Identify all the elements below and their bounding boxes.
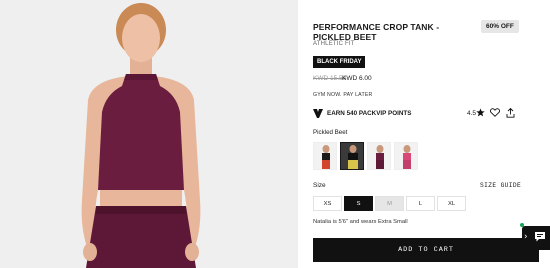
size-label: Size <box>313 182 326 189</box>
current-price: KWD 6.00 <box>342 75 372 82</box>
swatch-thumbnail <box>395 143 417 169</box>
chat-widget-tab[interactable]: › <box>522 226 550 250</box>
color-swatch-pink[interactable] <box>394 142 418 170</box>
color-swatch-black-yellow[interactable] <box>340 142 364 170</box>
product-image[interactable] <box>0 0 298 268</box>
share-icon[interactable] <box>506 108 515 118</box>
size-option-m[interactable]: M <box>375 196 404 211</box>
packvip-logo-icon <box>313 109 323 118</box>
swatch-thumbnail <box>341 143 363 169</box>
rating-value[interactable]: 4.5 <box>467 110 476 117</box>
loyalty-row: EARN 540 PACKVIP POINTS 4.5 <box>313 108 535 120</box>
size-selector: XS S M L XL <box>313 196 466 211</box>
promo-tag: BLACK FRIDAY <box>313 56 366 68</box>
discount-badge: 60% OFF <box>481 20 519 33</box>
color-swatch-plum[interactable] <box>367 142 391 170</box>
size-option-xl[interactable]: XL <box>437 196 466 211</box>
product-panel: PERFORMANCE CROP TANK - PICKLED BEET 60%… <box>298 0 550 268</box>
color-swatch-black-red[interactable] <box>313 142 337 170</box>
swatch-thumbnail <box>314 143 336 169</box>
swatch-thumbnail <box>368 143 390 169</box>
pay-later-note: GYM NOW. PAY LATER <box>313 92 373 98</box>
size-guide-link[interactable]: SIZE GUIDE <box>480 182 521 189</box>
color-label: Pickled Beet <box>313 129 348 136</box>
product-title: PERFORMANCE CROP TANK - PICKLED BEET <box>313 22 440 42</box>
size-option-l[interactable]: L <box>406 196 435 211</box>
fit-label: ATHLETIC FIT <box>313 41 355 47</box>
wishlist-heart-icon[interactable] <box>490 108 500 117</box>
star-icon[interactable] <box>476 108 485 117</box>
chevron-right-icon[interactable]: › <box>524 232 528 242</box>
add-to-cart-button[interactable]: ADD TO CART <box>313 238 539 262</box>
loyalty-points-text: EARN 540 PACKVIP POINTS <box>327 110 412 117</box>
model-photo <box>0 0 298 268</box>
model-size-note: Natalia is 5'6" and wears Extra Small <box>313 219 408 225</box>
size-option-s[interactable]: S <box>344 196 373 211</box>
size-option-xs[interactable]: XS <box>313 196 342 211</box>
chat-bubble-icon[interactable] <box>534 231 546 243</box>
color-swatches <box>313 142 418 170</box>
